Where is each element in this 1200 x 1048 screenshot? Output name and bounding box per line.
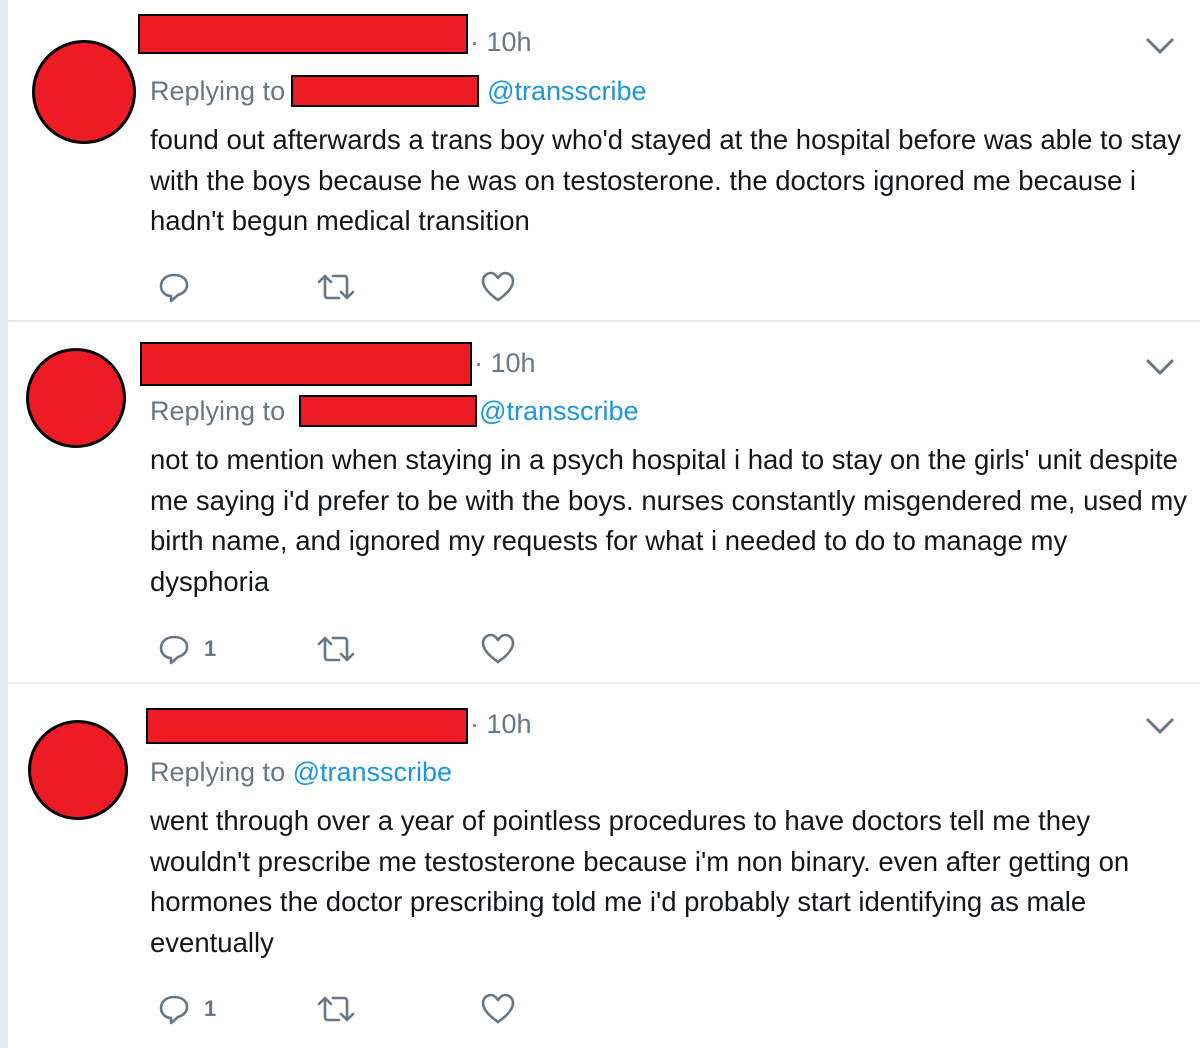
tweet-timestamp[interactable]: · 10h	[470, 26, 532, 58]
like-button[interactable]	[480, 270, 516, 304]
tweet[interactable]: · 10h Replying to @transscribe found out …	[8, 0, 1200, 322]
time-text: 10h	[490, 348, 536, 378]
like-icon	[481, 633, 515, 664]
redacted-handle[interactable]	[299, 394, 478, 427]
retweet-icon	[317, 274, 355, 300]
retweet-button[interactable]	[316, 992, 356, 1026]
replying-to: Replying to @transscribe	[150, 756, 452, 788]
avatar[interactable]	[32, 40, 136, 144]
tweet-text: went through over a year of pointless pr…	[150, 805, 1130, 958]
reply-count: 1	[204, 996, 217, 1021]
retweet-icon	[317, 636, 355, 662]
reply-button[interactable]: 1	[158, 632, 216, 666]
redacted-display-name[interactable]	[138, 14, 468, 54]
time-text: 10h	[486, 27, 532, 57]
replying-label: Replying to	[150, 76, 286, 106]
replying-to: Replying to @transscribe	[150, 74, 647, 107]
like-icon	[481, 993, 515, 1024]
reply-button[interactable]	[158, 270, 204, 304]
replying-label: Replying to	[150, 396, 286, 426]
reply-thread: · 10h Replying to @transscribe found out …	[8, 0, 1200, 1048]
reply-count: 1	[204, 636, 217, 661]
like-icon	[481, 271, 515, 302]
tweet-text: found out afterwards a trans boy who'd s…	[150, 124, 1182, 236]
tweet[interactable]: · 10h Replying to @transscribe went thro…	[8, 684, 1200, 1048]
redacted-display-name[interactable]	[146, 708, 468, 744]
like-button[interactable]	[480, 632, 516, 666]
avatar[interactable]	[26, 348, 126, 448]
mention-link[interactable]: @transscribe	[479, 396, 638, 426]
reply-button[interactable]: 1	[158, 992, 216, 1026]
tweet-timestamp[interactable]: · 10h	[470, 708, 532, 740]
avatar[interactable]	[28, 720, 128, 820]
tweet[interactable]: · 10h Replying to @transscribe not to men…	[8, 322, 1200, 684]
reply-icon	[159, 273, 189, 303]
retweet-button[interactable]	[316, 270, 356, 304]
replying-label: Replying to	[150, 757, 286, 787]
mention-link[interactable]: @transscribe	[487, 76, 646, 106]
chevron-down-icon[interactable]	[1144, 34, 1176, 58]
tweet-text: not to mention when staying in a psych h…	[150, 444, 1188, 597]
reply-icon	[159, 635, 189, 665]
retweet-icon	[317, 996, 355, 1022]
chevron-down-icon[interactable]	[1144, 355, 1176, 379]
replying-to: Replying to @transscribe	[150, 394, 639, 427]
redacted-display-name[interactable]	[140, 342, 472, 386]
tweet-timestamp[interactable]: · 10h	[474, 347, 536, 379]
retweet-button[interactable]	[316, 632, 356, 666]
like-button[interactable]	[480, 992, 516, 1026]
time-text: 10h	[486, 709, 532, 739]
redacted-handle[interactable]	[291, 74, 480, 107]
mention-link[interactable]: @transscribe	[293, 757, 452, 787]
reply-icon	[159, 995, 189, 1025]
chevron-down-icon[interactable]	[1144, 714, 1176, 738]
